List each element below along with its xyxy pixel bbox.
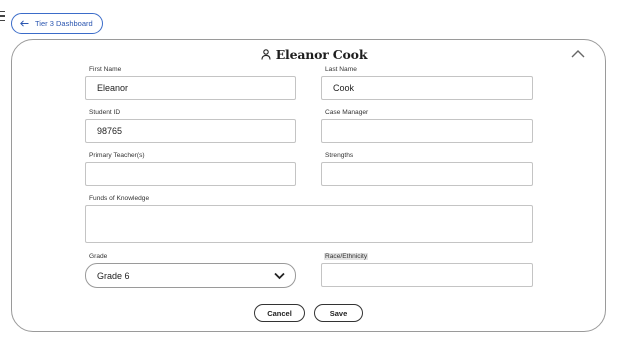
case-manager-label: Case Manager xyxy=(325,109,369,116)
race-ethnicity-field[interactable] xyxy=(321,263,533,287)
chevron-up-icon[interactable] xyxy=(571,49,585,58)
cancel-button[interactable]: Cancel xyxy=(254,304,305,322)
primary-teacher-label: Primary Teacher(s) xyxy=(89,152,145,159)
student-header: Eleanor Cook xyxy=(0,47,628,65)
case-manager-field[interactable] xyxy=(321,119,533,143)
grade-label: Grade xyxy=(89,253,108,260)
person-icon xyxy=(261,49,271,60)
student-id-field[interactable]: 98765 xyxy=(85,119,296,143)
primary-teacher-field[interactable] xyxy=(85,162,296,186)
menu-icon[interactable] xyxy=(0,11,5,22)
grade-value: Grade 6 xyxy=(97,270,130,281)
save-button-label: Save xyxy=(329,308,348,318)
save-button[interactable]: Save xyxy=(314,304,363,322)
last-name-field[interactable]: Cook xyxy=(321,76,533,100)
chevron-down-icon xyxy=(274,272,285,280)
funds-of-knowledge-field[interactable] xyxy=(85,205,533,243)
grade-select[interactable]: Grade 6 xyxy=(85,263,296,288)
student-id-value: 98765 xyxy=(97,126,123,136)
first-name-value: Eleanor xyxy=(97,83,129,93)
race-ethnicity-label: Race/Ethnicity xyxy=(324,253,369,260)
back-button-label: Tier 3 Dashboard xyxy=(35,19,93,28)
cancel-button-label: Cancel xyxy=(267,308,292,318)
first-name-label: First Name xyxy=(89,66,122,73)
first-name-field[interactable]: Eleanor xyxy=(85,76,296,100)
back-to-dashboard-button[interactable]: Tier 3 Dashboard xyxy=(11,13,103,34)
arrow-left-icon xyxy=(20,20,29,27)
student-id-label: Student ID xyxy=(89,109,121,116)
student-name-title: Eleanor Cook xyxy=(275,47,368,62)
last-name-value: Cook xyxy=(333,83,355,93)
funds-of-knowledge-label: Funds of Knowledge xyxy=(89,195,150,202)
strengths-field[interactable] xyxy=(321,162,533,186)
last-name-label: Last Name xyxy=(325,66,357,73)
strengths-label: Strengths xyxy=(325,152,354,159)
